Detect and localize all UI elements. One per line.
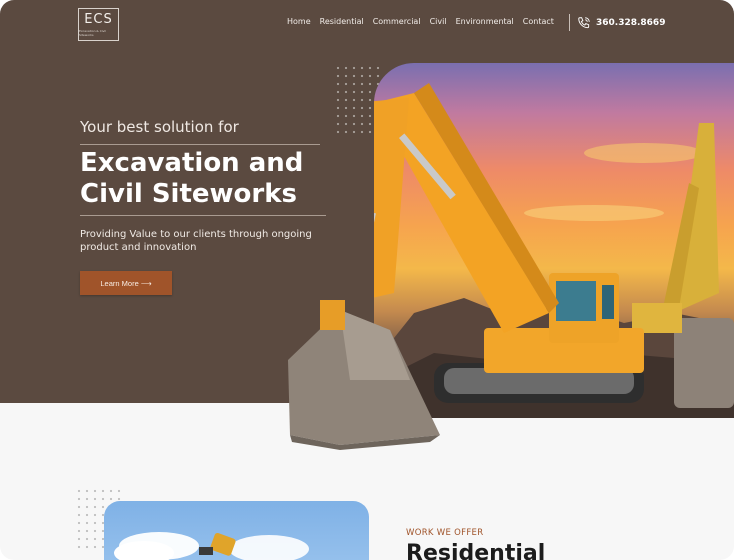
phone-number: 360.328.8669: [596, 18, 666, 28]
phone-icon: [578, 17, 590, 29]
nav-item-civil[interactable]: Civil: [430, 17, 447, 26]
section-title: Residential: [406, 541, 546, 560]
logo-text: ECS: [84, 11, 113, 27]
nav-item-contact[interactable]: Contact: [523, 17, 554, 26]
residential-image-graphic: [114, 532, 309, 560]
headline-line-1: Excavation and: [80, 148, 304, 178]
page: ECS Excavation & Civil Siteworks Home Re…: [0, 0, 734, 560]
hero-description: Providing Value to our clients through o…: [80, 229, 312, 253]
phone-link[interactable]: 360.328.8669: [577, 16, 665, 30]
logo[interactable]: ECS Excavation & Civil Siteworks: [78, 8, 119, 41]
hero-tagline: Your best solution for: [80, 118, 239, 136]
learn-more-button[interactable]: Learn More ⟶: [80, 271, 172, 295]
main-nav: Home Residential Commercial Civil Enviro…: [287, 17, 554, 26]
nav-item-environmental[interactable]: Environmental: [456, 17, 514, 26]
section-eyebrow: WORK WE OFFER: [406, 528, 484, 538]
nav-item-commercial[interactable]: Commercial: [373, 17, 421, 26]
logo-subtext: Excavation & Civil Siteworks: [79, 28, 107, 37]
nav-item-home[interactable]: Home: [287, 17, 311, 26]
nav-divider: [569, 14, 570, 31]
tagline-divider: [80, 144, 320, 145]
residential-image: [104, 501, 369, 560]
excavator-bucket: [288, 300, 440, 450]
hero-headline: Excavation and Civil Siteworks: [80, 148, 330, 210]
nav-item-residential[interactable]: Residential: [320, 17, 364, 26]
headline-divider: [80, 215, 326, 216]
headline-line-2: Civil Siteworks: [80, 179, 297, 209]
